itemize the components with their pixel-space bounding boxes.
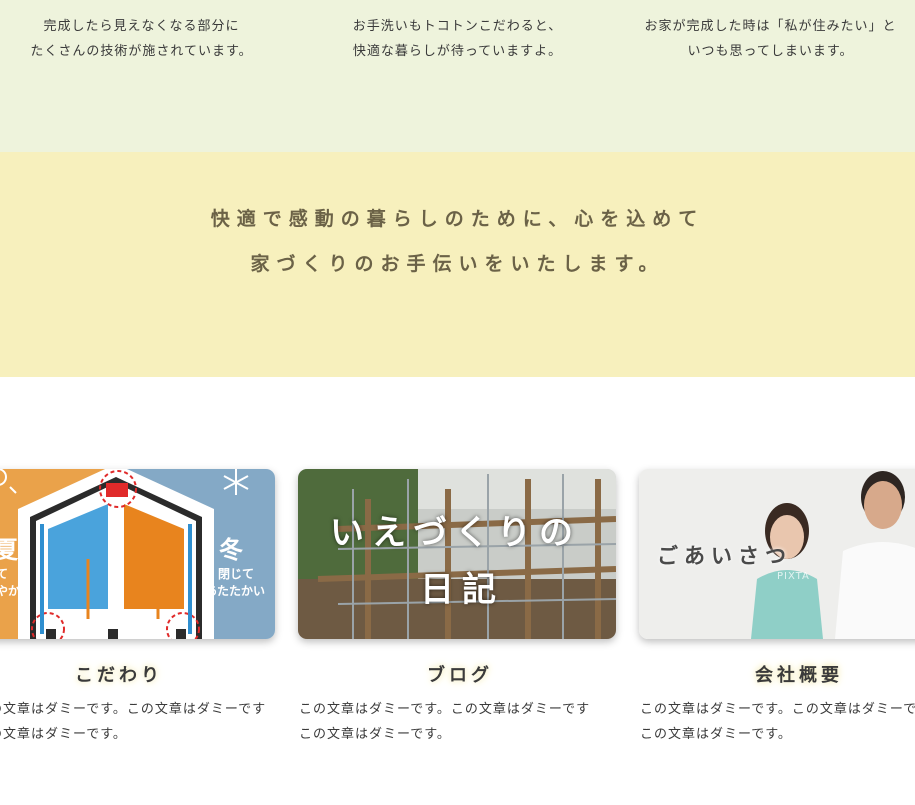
company-desc-line-2: この文章はダミーです。 — [640, 727, 792, 742]
watermark: PIXTA — [777, 571, 810, 582]
feature-3-line-1: お家が完成した時は「私が住みたい」と — [644, 19, 897, 34]
feature-text-3: お家が完成した時は「私が住みたい」と いつも思ってしまいます。 — [626, 14, 915, 64]
feature-1-line-1: 完成したら見えなくなる部分に — [43, 19, 240, 34]
summer-sub-2: やか — [0, 584, 21, 598]
message-line-1: 快適で感動の暮らしのために、心を込めて — [210, 208, 705, 230]
blog-desc-line-1: この文章はダミーです。この文章はダミーです — [299, 702, 591, 717]
winter-sub-2: あたたかい — [205, 584, 266, 598]
message-line-2: 家づくりのお手伝いをいたします。 — [250, 253, 665, 275]
blog-description: この文章はダミーです。この文章はダミーです この文章はダミーです。 — [299, 697, 590, 747]
company-desc-line-1: この文章はダミーです。この文章はダミーです — [640, 702, 915, 717]
summer-label: 夏 — [0, 536, 18, 564]
summer-sub-1: て — [0, 567, 9, 581]
feature-2-line-2: 快適な暮らしが待っていますよ。 — [352, 44, 563, 59]
feature-text-1: 完成したら見えなくなる部分に たくさんの技術が施されています。 — [0, 14, 283, 64]
feature-1-line-2: たくさんの技術が施されています。 — [30, 44, 253, 59]
blog-desc-line-2: この文章はダミーです。 — [299, 727, 451, 742]
message-band: 快適で感動の暮らしのために、心を込めて 家づくりのお手伝いをいたします。 — [0, 152, 915, 377]
feature-text-2: お手洗いもトコトンこだわると、 快適な暮らしが待っていますよ。 — [300, 14, 615, 64]
feature-3-line-2: いつも思ってしまいます。 — [687, 44, 854, 59]
kodawari-title[interactable]: こだわり — [75, 661, 163, 687]
company-description: この文章はダミーです。この文章はダミーです この文章はダミーです。 — [640, 697, 915, 747]
blog-title[interactable]: ブログ — [427, 661, 493, 687]
winter-label: 冬 — [219, 536, 243, 564]
kodawari-desc-line-1: この文章はダミーです。この文章はダミーです — [0, 702, 267, 717]
blog-overlay-line-2: 日記 — [420, 570, 504, 610]
company-title[interactable]: 会社概要 — [755, 661, 843, 687]
greeting-overlay: ごあいさつ — [657, 544, 792, 568]
kodawari-description: この文章はダミーです。この文章はダミーです この文章はダミーです。 — [0, 697, 266, 747]
blog-overlay-line-1: いえづくりの — [330, 513, 581, 553]
blog-card-image[interactable] — [298, 469, 616, 639]
winter-sub-1: 閉じて — [218, 567, 255, 581]
kodawari-desc-line-2: この文章はダミーです。 — [0, 727, 127, 742]
construction-photo — [298, 469, 616, 639]
feature-2-line-1: お手洗いもトコトンこだわると、 — [352, 19, 563, 34]
